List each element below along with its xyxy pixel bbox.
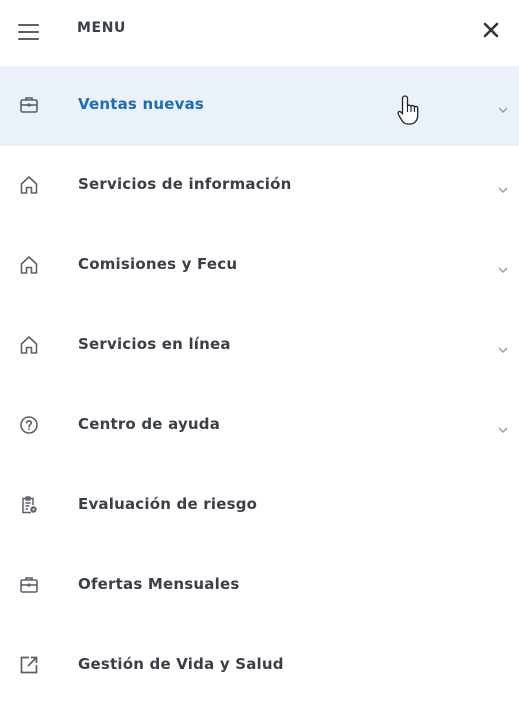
briefcase-icon [18,574,40,596]
menu-list: Ventas nuevas Servicios de información C… [0,66,519,703]
menu-item-label: Ventas nuevas [78,95,205,113]
chevron-down-icon[interactable] [497,419,509,434]
chevron-down-icon[interactable] [497,179,509,194]
external-link-icon [18,654,40,676]
menu-item-ventas-nuevas[interactable]: Ventas nuevas [0,66,519,146]
home-icon [18,254,40,276]
hand-pointer-icon [396,94,422,126]
menu-title: MENU [77,20,126,36]
chevron-down-icon[interactable] [497,259,509,274]
menu-item-label: Centro de ayuda [78,415,221,433]
menu-item-evaluacion-de-riesgo[interactable]: Evaluación de riesgo [0,466,519,546]
help-circle-icon [18,414,40,436]
menu-item-label: Gestión de Vida y Salud [78,655,284,673]
menu-item-servicios-en-linea[interactable]: Servicios en línea [0,306,519,386]
home-icon [18,174,40,196]
chevron-down-icon[interactable] [497,339,509,354]
menu-item-servicios-de-informacion[interactable]: Servicios de información [0,146,519,226]
menu-item-label: Evaluación de riesgo [78,495,258,513]
close-icon[interactable] [480,19,502,41]
menu-item-label: Servicios de información [78,175,292,193]
menu-item-label: Comisiones y Fecu [78,255,238,273]
menu-item-gestion-de-vida-y-salud[interactable]: Gestión de Vida y Salud [0,626,519,703]
menu-item-comisiones-y-fecu[interactable]: Comisiones y Fecu [0,226,519,306]
briefcase-icon [18,94,40,116]
menu-item-label: Servicios en línea [78,335,231,353]
chevron-down-icon[interactable] [497,99,509,114]
menu-header: MENU [0,0,519,62]
menu-item-centro-de-ayuda[interactable]: Centro de ayuda [0,386,519,466]
home-icon [18,334,40,356]
hamburger-icon[interactable] [18,23,40,41]
menu-item-label: Ofertas Mensuales [78,575,240,593]
menu-item-ofertas-mensuales[interactable]: Ofertas Mensuales [0,546,519,626]
clipboard-icon [18,494,40,516]
